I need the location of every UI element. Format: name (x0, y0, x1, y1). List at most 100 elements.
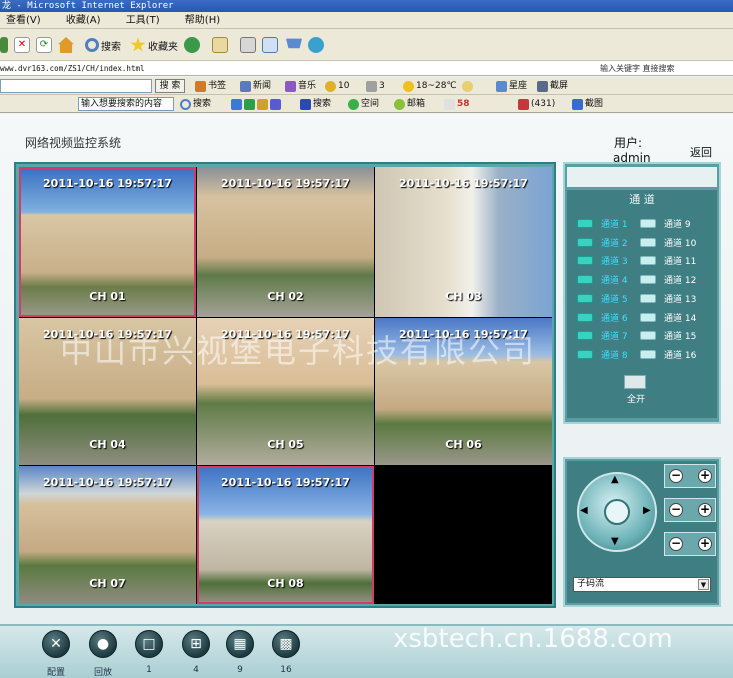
ptz-auto-icon[interactable] (604, 499, 630, 525)
channel-item-4[interactable]: 通道 4 (577, 273, 628, 286)
ptz-left-arrow-icon[interactable]: ◀ (580, 505, 588, 516)
channel-item-13[interactable]: 通道 13 (640, 292, 696, 305)
channel-label: 通道 16 (664, 350, 697, 361)
channel-item-7[interactable]: 通道 7 (577, 329, 628, 342)
app-icon (231, 98, 242, 110)
toolbar-mailcount[interactable]: (431) (518, 97, 555, 111)
link-mail[interactable]: 3 (366, 79, 385, 93)
menu-help[interactable]: 帮助(H) (185, 12, 220, 29)
layout-button-回放[interactable]: ● (89, 630, 117, 658)
channel-item-8[interactable]: 通道 8 (577, 348, 628, 361)
camera-view-2[interactable]: 2011-10-16 19:57:17 CH 02 (197, 167, 374, 317)
link-horoscope[interactable]: 星座 (496, 79, 527, 93)
channel-label: 通道 9 (664, 220, 691, 230)
open-all-label[interactable]: 全开 (622, 392, 650, 405)
camera-icon (577, 237, 593, 247)
ptz-up-arrow-icon[interactable]: ▲ (611, 474, 619, 485)
address-bar[interactable]: www.dvr163.com/ZS1/CH/index.html 输入关键字 直… (0, 61, 733, 76)
layout-button-9[interactable]: ▦ (226, 630, 254, 658)
channel-item-1[interactable]: 通道 1 (577, 217, 628, 230)
ptz-right-arrow-icon[interactable]: ▶ (643, 505, 651, 516)
channel-item-11[interactable]: 通道 11 (640, 254, 696, 267)
zoom-in-icon[interactable]: + (698, 469, 712, 483)
search-button[interactable]: 搜索 (85, 36, 121, 54)
mail-button[interactable] (212, 36, 230, 54)
iris-plus-icon[interactable]: + (698, 537, 712, 551)
window-title: 龙 - Microsoft Internet Explorer (0, 0, 733, 12)
menu-view[interactable]: 查看(V) (6, 12, 41, 29)
layout-button-1[interactable]: □ (135, 630, 163, 658)
history-button[interactable] (184, 36, 202, 54)
edit-icon (262, 37, 278, 53)
channel-item-12[interactable]: 通道 12 (640, 273, 696, 286)
site-search-button[interactable]: 搜 索 (155, 79, 185, 93)
layout-button-16[interactable]: ▩ (272, 630, 300, 658)
camera-view-7[interactable]: 2011-10-16 19:57:17 CH 07 (19, 466, 196, 604)
cart-button[interactable] (286, 36, 304, 54)
wrench-icon: ✕ (50, 636, 62, 652)
channel-item-16[interactable]: 通道 16 (640, 348, 696, 361)
toolbar-capture[interactable]: 截图 (572, 97, 603, 111)
camera-timestamp: 2011-10-16 19:57:17 (399, 177, 528, 190)
iris-minus-icon[interactable]: − (669, 537, 683, 551)
channel-item-14[interactable]: 通道 14 (640, 311, 696, 324)
channel-item-10[interactable]: 通道 10 (640, 236, 696, 249)
link-screenshot[interactable]: 截屏 (537, 79, 568, 93)
messenger-button[interactable] (308, 36, 326, 54)
channel-item-3[interactable]: 通道 3 (577, 254, 628, 267)
ptz-down-arrow-icon[interactable]: ▼ (611, 536, 619, 547)
toolbar-search-button[interactable]: 搜索 (180, 97, 211, 111)
channel-item-5[interactable]: 通道 5 (577, 292, 628, 305)
toolbar-mailbox[interactable]: 邮箱 (394, 97, 425, 111)
layout-button-4[interactable]: ⊞ (182, 630, 210, 658)
favorites-button[interactable]: 收藏夹 (130, 36, 178, 54)
link-news[interactable]: 新闻 (240, 79, 271, 93)
camera-view-9[interactable] (375, 466, 552, 604)
focus-minus-icon[interactable]: − (669, 503, 683, 517)
star-icon (130, 37, 146, 52)
toolbar-search-input[interactable]: 输入想要搜索的内容 (78, 97, 174, 111)
channel-item-6[interactable]: 通道 6 (577, 311, 628, 324)
toolbar-icons[interactable] (231, 97, 283, 111)
focus-plus-icon[interactable]: + (698, 503, 712, 517)
help-icon (462, 80, 473, 92)
channel-item-2[interactable]: 通道 2 (577, 236, 628, 249)
toolbar-search2[interactable]: 搜索 (300, 97, 331, 111)
channel-item-9[interactable]: 通道 9 (640, 217, 691, 230)
stream-select[interactable]: 子码流 (573, 577, 711, 592)
link-weather[interactable]: 18~28℃ (403, 79, 457, 93)
layout-button-配置[interactable]: ✕ (42, 630, 70, 658)
horoscope-icon (496, 80, 507, 92)
back-icon[interactable] (0, 36, 10, 54)
sun-icon (403, 80, 414, 92)
refresh-button[interactable]: ⟳ (36, 36, 54, 54)
site-search-input[interactable] (0, 79, 152, 93)
menu-tools[interactable]: 工具(T) (126, 12, 160, 29)
back-button[interactable]: 返回 (690, 144, 712, 160)
print-button[interactable] (240, 36, 258, 54)
home-button[interactable] (58, 36, 76, 54)
stop-button[interactable]: ✕ (14, 36, 32, 54)
screenshot-icon (537, 80, 548, 92)
camera-icon (577, 219, 593, 228)
open-all-icon[interactable] (624, 375, 646, 389)
link-music[interactable]: 音乐 (285, 79, 316, 93)
zoom-out-icon[interactable]: − (669, 469, 683, 483)
layout-16-icon: ▩ (279, 636, 293, 652)
camera-view-1[interactable]: 2011-10-16 19:57:17 CH 01 (19, 167, 196, 317)
toolbar-space[interactable]: 空间 (348, 97, 379, 111)
menu-favorites[interactable]: 收藏(A) (66, 12, 101, 29)
channel-item-15[interactable]: 通道 15 (640, 329, 696, 342)
address-input[interactable]: www.dvr163.com/ZS1/CH/index.html (0, 61, 145, 75)
link-bookmarks[interactable]: 书签 (195, 79, 226, 93)
toolbar-58[interactable]: 58 (444, 97, 470, 111)
channel-label: 通道 12 (664, 276, 697, 287)
edit-button[interactable] (262, 36, 280, 54)
camera-view-8[interactable]: 2011-10-16 19:57:17 CH 08 (197, 466, 374, 604)
link-games[interactable]: 10 (325, 79, 349, 93)
help-link[interactable] (462, 79, 475, 93)
channel-label: 通道 6 (601, 313, 628, 324)
channel-label: 通道 7 (601, 332, 628, 343)
chevron-down-icon[interactable]: ▼ (698, 579, 709, 590)
camera-view-3[interactable]: 2011-10-16 19:57:17 CH 03 (375, 167, 552, 317)
